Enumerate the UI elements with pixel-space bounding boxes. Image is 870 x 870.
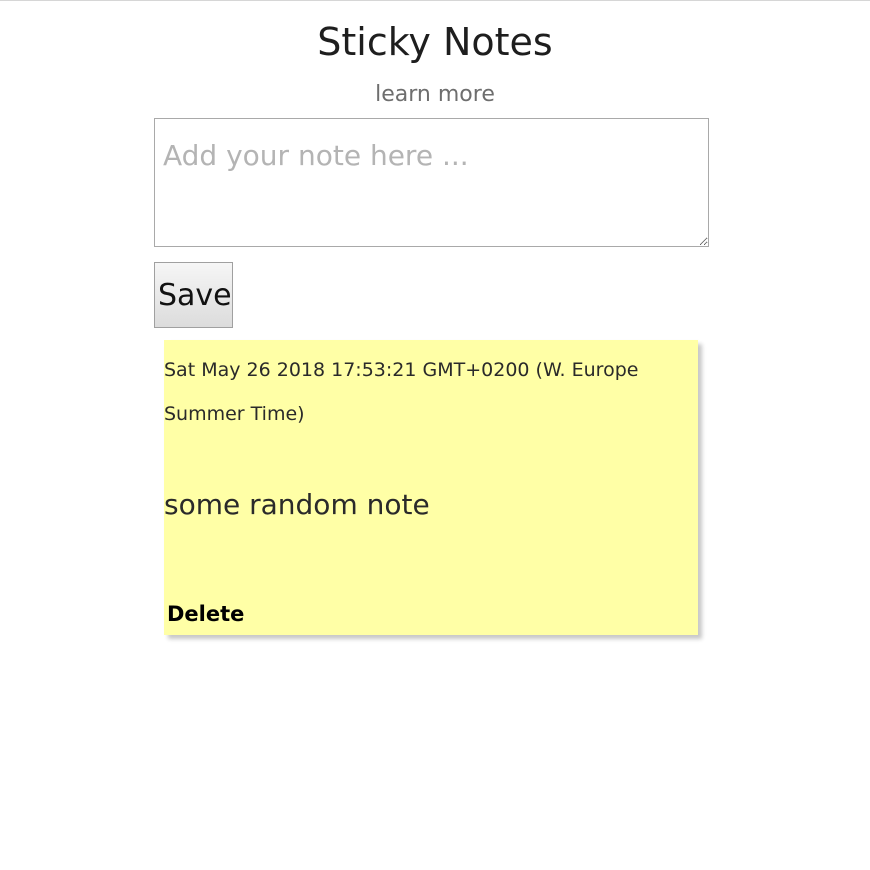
note-text: some random note [164,488,430,521]
note-input[interactable] [154,118,709,247]
save-button[interactable]: Save [154,262,233,328]
page-title: Sticky Notes [317,20,553,64]
note-timestamp: Sat May 26 2018 17:53:21 GMT+0200 (W. Eu… [164,359,639,425]
learn-more-link[interactable]: learn more [0,80,870,110]
top-divider [0,0,870,1]
delete-note-button[interactable]: Delete [167,599,244,629]
sticky-note: Sat May 26 2018 17:53:21 GMT+0200 (W. Eu… [164,340,698,635]
